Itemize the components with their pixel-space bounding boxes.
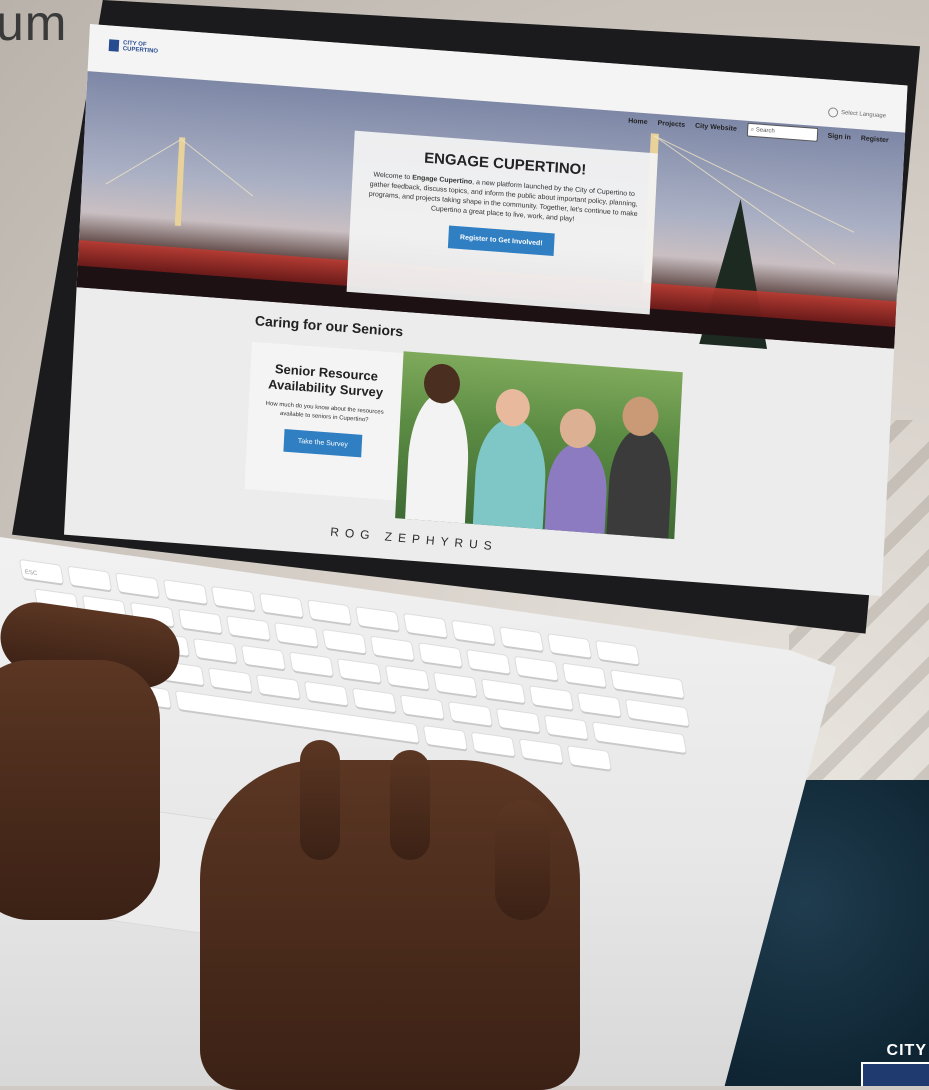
key[interactable] [544,715,588,740]
engage-card: ENGAGE CUPERTINO! Welcome to Engage Cupe… [346,130,658,315]
take-survey-button[interactable]: Take the Survey [283,428,363,458]
corner-logo [861,1062,929,1086]
bridge-cable [105,138,183,185]
bridge-pylon-left [174,137,186,227]
register-link[interactable]: Register [861,135,889,144]
key[interactable] [567,746,611,770]
language-label: Select Language [840,110,887,120]
left-hand [0,660,160,920]
person [544,441,609,540]
survey-card: Senior Resource Availability Survey How … [244,341,404,501]
right-finger [390,750,430,860]
key[interactable] [304,681,348,706]
key[interactable] [370,636,415,661]
key[interactable] [178,609,223,634]
survey-title: Senior Resource Availability Survey [267,361,384,400]
nav-home[interactable]: Home [628,117,648,125]
laptop-screen: CITY OF CUPERTINO Select Language Home P… [64,24,908,597]
right-finger [300,740,340,860]
person-head [621,395,660,438]
key[interactable] [514,656,559,681]
key-shift[interactable] [592,722,686,754]
corner-logo-text: CITY [886,1042,927,1059]
survey-description: How much do you know about the resources… [265,400,384,424]
city-flag-icon [108,39,120,52]
key-enter[interactable] [625,699,690,727]
key[interactable] [433,672,478,697]
nav-city-website[interactable]: City Website [695,122,737,132]
person-head [558,407,597,450]
sign-in-link[interactable]: Sign in [827,132,851,141]
key[interactable] [256,675,300,699]
key[interactable] [529,686,574,710]
key[interactable] [241,645,286,670]
key[interactable] [519,739,563,764]
globe-icon [827,107,839,118]
key[interactable] [337,659,382,683]
register-button[interactable]: Register to Get Involved! [447,225,556,257]
key[interactable] [352,688,396,713]
key[interactable] [274,623,319,647]
search-placeholder: Search [755,127,775,135]
key[interactable] [562,663,607,688]
person [472,415,549,540]
city-logo[interactable]: CITY OF CUPERTINO [108,39,159,55]
search-icon: ⌕ [750,126,755,133]
seniors-photo [395,351,683,540]
key[interactable] [322,629,367,654]
key[interactable] [481,679,526,704]
key[interactable] [496,708,540,733]
person [605,426,674,540]
key[interactable] [448,702,492,726]
key[interactable] [208,668,252,693]
key-backspace[interactable] [610,670,685,699]
section-title: Caring for our Seniors [254,312,404,340]
logo-line2: CUPERTINO [122,46,159,55]
key[interactable] [466,650,511,674]
key[interactable] [385,666,430,690]
key[interactable] [193,639,238,663]
person [404,391,472,534]
nav-projects[interactable]: Projects [657,119,685,128]
key[interactable] [418,643,463,667]
key[interactable] [226,616,271,641]
key[interactable] [423,725,467,750]
bridge-cable [181,139,254,197]
key[interactable] [289,652,334,677]
key[interactable] [400,695,444,720]
right-finger [495,800,550,920]
key[interactable] [577,693,622,717]
key[interactable] [471,732,515,757]
